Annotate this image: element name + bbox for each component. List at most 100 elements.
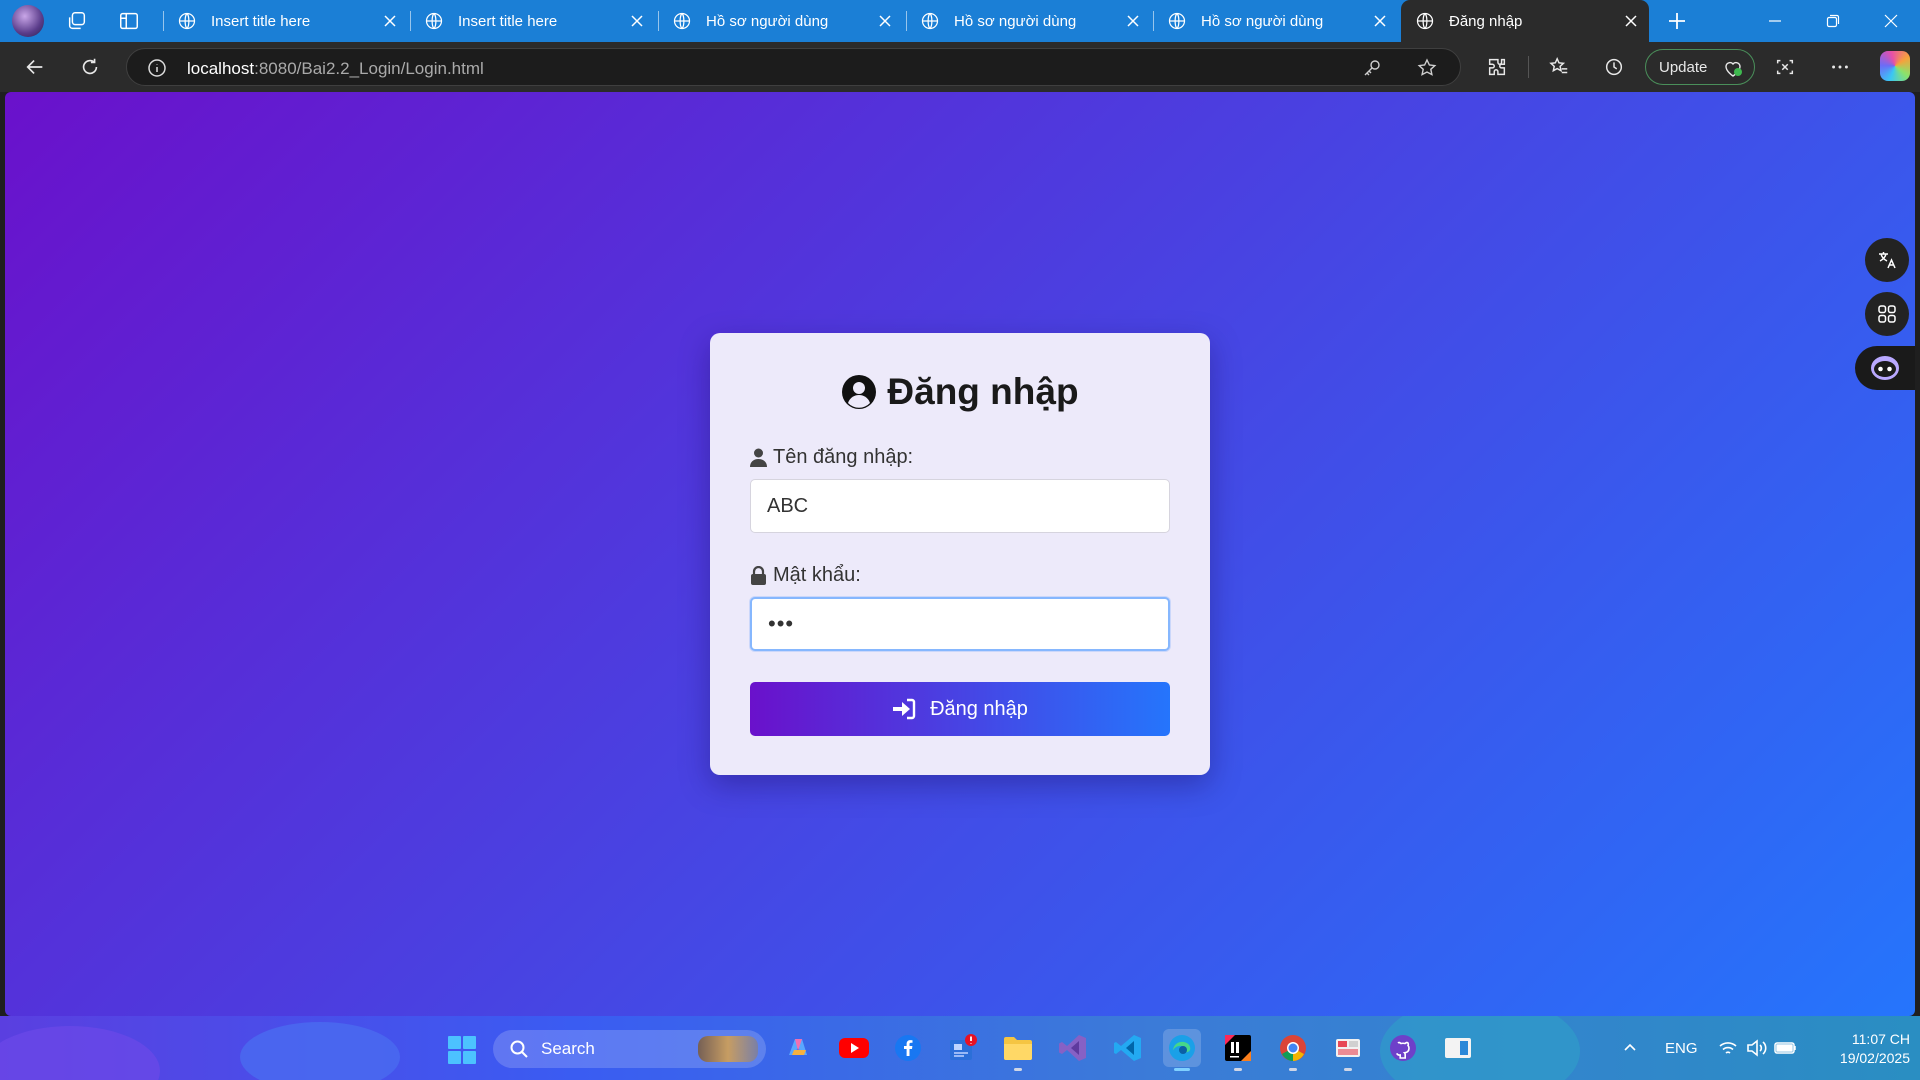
username-input[interactable]: ABC	[750, 479, 1170, 533]
screenshot-icon[interactable]	[1774, 56, 1796, 78]
toolbar-divider	[1528, 56, 1529, 78]
extensions-icon[interactable]	[1486, 56, 1508, 78]
github-icon	[1390, 1035, 1416, 1061]
password-label-text: Mật khẩu:	[773, 564, 861, 586]
close-tab-icon[interactable]	[877, 13, 893, 29]
vertical-tabs-icon[interactable]	[118, 10, 140, 32]
translate-button[interactable]	[1865, 238, 1909, 282]
start-logo-pane	[463, 1051, 476, 1064]
battery-icon	[1774, 1042, 1796, 1054]
start-logo-pane	[463, 1036, 476, 1049]
tab[interactable]: Hồ sơ người dùng	[658, 0, 903, 42]
page-viewport: Đăng nhập Tên đăng nhập: ABC Mật khẩu: •…	[5, 92, 1915, 1016]
history-icon[interactable]	[1603, 56, 1625, 78]
taskbar-app[interactable]	[1274, 1029, 1312, 1071]
address-bar[interactable]: localhost:8080/Bai2.2_Login/Login.html	[126, 48, 1461, 86]
close-tab-icon[interactable]	[629, 13, 645, 29]
taskbar-app[interactable]	[1054, 1029, 1092, 1067]
taskbar-app[interactable]	[1439, 1029, 1477, 1067]
refresh-icon[interactable]	[79, 56, 101, 78]
restore-icon	[1826, 14, 1840, 28]
taskbar-app[interactable]	[999, 1029, 1037, 1071]
edge-icon	[1169, 1035, 1195, 1061]
restore-button[interactable]	[1804, 0, 1862, 42]
clock[interactable]: 11:07 CH 19/02/2025	[1810, 1030, 1910, 1068]
taskbar-app[interactable]	[779, 1029, 817, 1067]
running-indicator	[1289, 1068, 1297, 1071]
globe-icon	[921, 12, 939, 30]
tab-title: Hồ sơ người dùng	[1201, 12, 1324, 30]
user-icon	[750, 448, 767, 467]
taskbar-app[interactable]	[1329, 1029, 1367, 1071]
translate-icon	[1879, 252, 1896, 269]
update-label: Update	[1659, 58, 1708, 76]
taskbar-app[interactable]	[889, 1029, 927, 1067]
minimize-button[interactable]	[1746, 0, 1804, 42]
language-indicator[interactable]: ENG	[1665, 1016, 1698, 1080]
url-host: localhost	[187, 59, 255, 78]
tab[interactable]: Hồ sơ người dùng	[1153, 0, 1398, 42]
close-tab-icon[interactable]	[1125, 13, 1141, 29]
show-hidden-icons[interactable]	[1622, 1016, 1638, 1080]
tab-title: Đăng nhập	[1449, 12, 1523, 30]
update-button[interactable]: Update	[1645, 49, 1755, 85]
tab-active[interactable]: Đăng nhập	[1401, 0, 1649, 42]
language-label: ENG	[1665, 1039, 1698, 1057]
tab[interactable]: Hồ sơ người dùng	[906, 0, 1151, 42]
tab[interactable]: Insert title here	[163, 0, 408, 42]
tab-separator	[163, 11, 164, 31]
login-card: Đăng nhập Tên đăng nhập: ABC Mật khẩu: •…	[710, 333, 1210, 775]
taskbar-app[interactable]	[1109, 1029, 1147, 1067]
login-button[interactable]: Đăng nhập	[750, 682, 1170, 736]
visual-studio-icon	[1059, 1035, 1086, 1061]
apps-button[interactable]	[1865, 292, 1909, 336]
password-input[interactable]: •••	[750, 597, 1170, 651]
workspaces-icon[interactable]	[66, 10, 88, 32]
favorites-icon[interactable]	[1548, 56, 1570, 78]
start-logo-pane	[448, 1051, 461, 1064]
globe-icon	[1168, 12, 1186, 30]
tab[interactable]: Insert title here	[410, 0, 655, 42]
taskbar-app[interactable]	[1384, 1029, 1422, 1067]
close-tab-icon[interactable]	[1623, 13, 1639, 29]
tab-strip: Insert title here Insert title here Hồ s…	[0, 0, 1920, 42]
tab-separator	[658, 11, 659, 31]
search-icon	[510, 1040, 528, 1058]
taskbar: Search ENG 11:07 CH 19/02/2025	[0, 1016, 1920, 1080]
tab-separator	[410, 11, 411, 31]
back-icon[interactable]	[24, 56, 46, 78]
more-menu-icon[interactable]	[1829, 56, 1851, 78]
profile-avatar[interactable]	[12, 5, 44, 37]
facebook-icon	[895, 1035, 921, 1061]
copilot-app-icon	[789, 1039, 807, 1055]
wifi-icon	[1719, 1042, 1737, 1054]
key-icon[interactable]	[1362, 58, 1382, 78]
copilot-icon[interactable]	[1880, 51, 1910, 81]
close-tab-icon[interactable]	[1372, 13, 1388, 29]
taskbar-search[interactable]: Search	[493, 1030, 766, 1068]
site-info-icon[interactable]	[147, 58, 167, 78]
favorite-star-icon[interactable]	[1417, 58, 1437, 78]
close-icon	[1884, 14, 1898, 28]
start-button[interactable]	[448, 1036, 476, 1064]
globe-icon	[673, 12, 691, 30]
taskbar-app[interactable]	[835, 1029, 873, 1067]
vscode-icon	[1114, 1035, 1141, 1061]
network-volume-battery[interactable]	[1718, 1016, 1798, 1080]
close-tab-icon[interactable]	[382, 13, 398, 29]
assistant-button[interactable]	[1855, 346, 1915, 390]
browser-toolbar: localhost:8080/Bai2.2_Login/Login.html U…	[0, 42, 1920, 92]
login-button-label: Đăng nhập	[930, 697, 1028, 720]
close-window-button[interactable]	[1862, 0, 1920, 42]
user-circle-icon	[842, 375, 877, 409]
taskbar-app[interactable]	[944, 1029, 982, 1067]
tab-separator	[1153, 11, 1154, 31]
taskbar-app-active[interactable]	[1163, 1029, 1201, 1071]
clock-date: 19/02/2025	[1839, 1050, 1910, 1066]
search-highlight-image	[698, 1036, 758, 1062]
assistant-icon	[1871, 356, 1899, 380]
tab-title: Hồ sơ người dùng	[954, 12, 1077, 30]
taskbar-app[interactable]	[1219, 1029, 1257, 1071]
username-value: ABC	[767, 494, 809, 517]
new-tab-icon[interactable]	[1665, 9, 1689, 33]
